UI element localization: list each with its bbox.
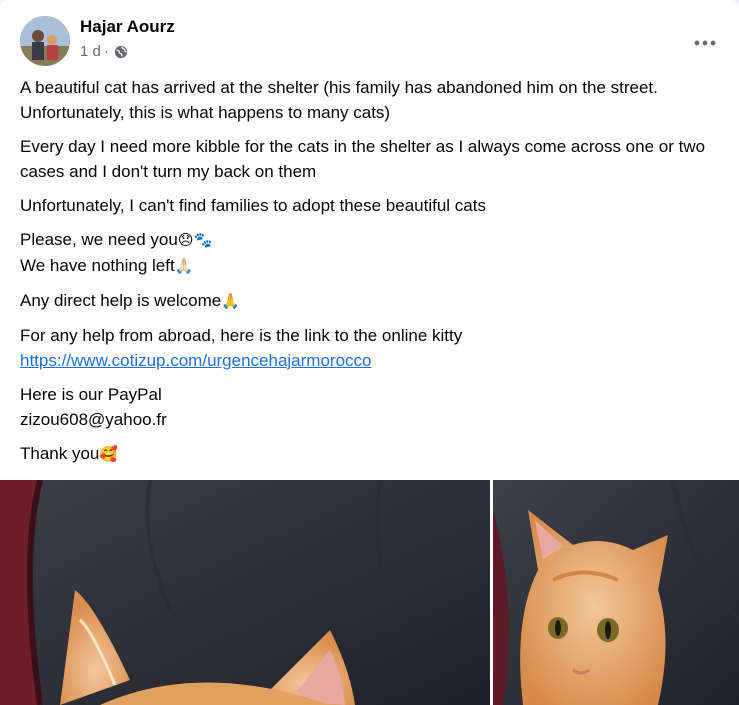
post-text: A beautiful cat has arrived at the shelt… — [20, 75, 725, 476]
author-name[interactable]: Hajar Aourz — [80, 17, 175, 37]
post-time[interactable]: 1 d — [80, 43, 101, 60]
photo-grid — [0, 480, 739, 705]
line-text: Please, we need you — [20, 230, 178, 249]
post-paragraph: Here is our PayPal zizou608@yahoo.fr — [20, 382, 725, 432]
emoji-icon: 🥰 — [99, 445, 119, 463]
line-text: Thank you — [20, 444, 100, 463]
post-paragraph: Thank you🥰 — [20, 441, 725, 467]
line-text: Unfortunately, I can't find families to … — [20, 196, 486, 215]
post-line: For any help from abroad, here is the li… — [20, 323, 725, 348]
post-paragraph: Every day I need more kibble for the cat… — [20, 134, 725, 184]
line-text: Here is our PayPal — [20, 385, 162, 404]
post-link[interactable]: https://www.cotizup.com/urgencehajarmoro… — [20, 348, 725, 373]
post-line: Unfortunately, I can't find families to … — [20, 193, 725, 218]
post-line: A beautiful cat has arrived at the shelt… — [20, 75, 725, 125]
line-text: We have nothing left — [20, 256, 175, 275]
emoji-icon: 🙏🏻 — [174, 257, 194, 275]
post-paragraph: A beautiful cat has arrived at the shelt… — [20, 75, 725, 125]
link-text[interactable]: https://www.cotizup.com/urgencehajarmoro… — [20, 351, 372, 370]
line-text: Any direct help is welcome — [20, 291, 222, 310]
feed-post: Hajar Aourz 1 d · A beautiful cat has ar… — [0, 0, 739, 705]
post-paragraph: Unfortunately, I can't find families to … — [20, 193, 725, 218]
meta-separator: · — [103, 43, 109, 60]
more-horizontal-icon — [694, 33, 716, 51]
line-text: zizou608@yahoo.fr — [20, 410, 167, 429]
post-meta: 1 d · — [80, 43, 128, 60]
emoji-icon: 🙏 — [221, 292, 240, 310]
line-text: For any help from abroad, here is the li… — [20, 326, 463, 345]
globe-icon — [114, 45, 128, 59]
post-paragraph: Any direct help is welcome🙏 — [20, 288, 725, 314]
emoji-icon: 😞🐾 — [177, 231, 213, 249]
post-line: Every day I need more kibble for the cat… — [20, 134, 725, 184]
line-text: Every day I need more kibble for the cat… — [20, 137, 706, 181]
post-line: Here is our PayPal — [20, 382, 725, 407]
line-text: A beautiful cat has arrived at the shelt… — [20, 78, 658, 122]
post-line: zizou608@yahoo.fr — [20, 407, 725, 432]
post-paragraph: Please, we need you😞🐾 We have nothing lef… — [20, 227, 725, 279]
more-options-button[interactable] — [687, 24, 723, 60]
post-line: Thank you🥰 — [20, 441, 725, 467]
post-line: We have nothing left🙏🏻 — [20, 253, 725, 279]
photo-cat-portrait[interactable] — [493, 480, 739, 705]
post-line: Any direct help is welcome🙏 — [20, 288, 725, 314]
avatar[interactable] — [20, 16, 70, 66]
post-header: Hajar Aourz 1 d · — [20, 16, 719, 68]
photo-cat-closeup[interactable] — [0, 480, 490, 705]
post-line: Please, we need you😞🐾 — [20, 227, 725, 253]
post-paragraph: For any help from abroad, here is the li… — [20, 323, 725, 373]
